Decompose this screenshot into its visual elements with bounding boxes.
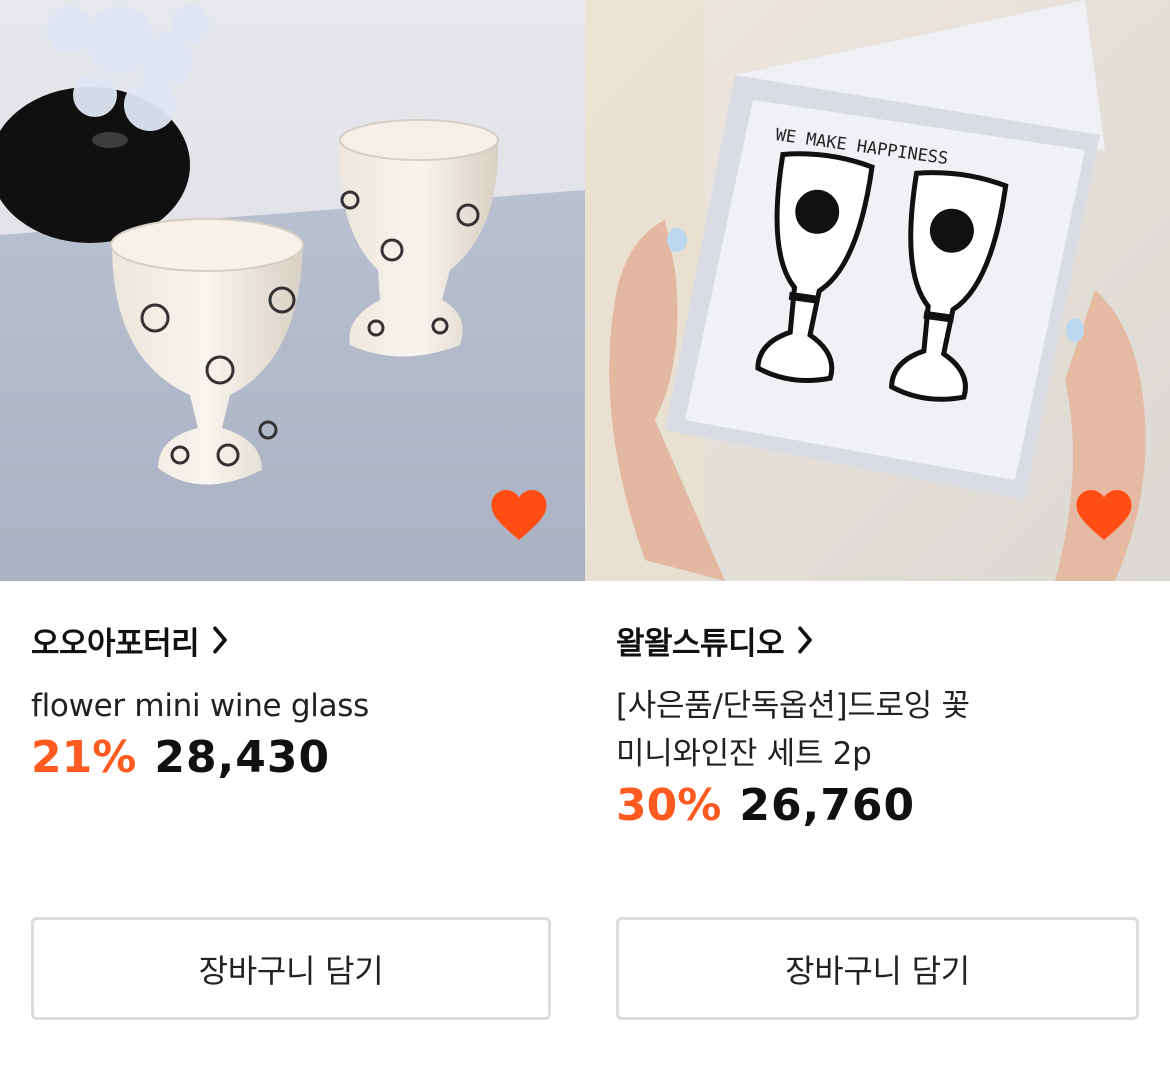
product-card: WE MAKE HAPPINESS 왈왈스튜디오 [사은품/단독옵션]드로잉 꽃… <box>585 0 1170 1075</box>
discount-rate: 30% <box>616 780 722 831</box>
product-name[interactable]: [사은품/단독옵션]드로잉 꽃 미니와인잔 세트 2p <box>616 682 1146 778</box>
product-name[interactable]: flower mini wine glass <box>31 682 561 730</box>
chevron-right-icon <box>798 626 812 654</box>
product-grid: 오오아포터리 flower mini wine glass 21% 28,430… <box>0 0 1170 1075</box>
discount-rate: 21% <box>31 732 137 783</box>
brand-link[interactable]: 오오아포터리 <box>31 612 561 668</box>
sale-price: 26,760 <box>739 780 916 831</box>
brand-name: 오오아포터리 <box>31 625 200 662</box>
heart-icon[interactable] <box>489 487 549 543</box>
sale-price: 28,430 <box>154 732 331 783</box>
heart-icon[interactable] <box>1074 487 1134 543</box>
product-name-line: 미니와인잔 세트 2p <box>616 736 872 772</box>
product-card: 오오아포터리 flower mini wine glass 21% 28,430… <box>0 0 585 1075</box>
brand-link[interactable]: 왈왈스튜디오 <box>616 612 1146 668</box>
product-image[interactable] <box>0 0 585 581</box>
price-row: 30% 26,760 <box>616 780 1146 840</box>
product-info: 왈왈스튜디오 [사은품/단독옵션]드로잉 꽃 미니와인잔 세트 2p 30% 2… <box>616 612 1146 840</box>
price-row: 21% 28,430 <box>31 732 561 792</box>
brand-name: 왈왈스튜디오 <box>616 625 785 662</box>
chevron-right-icon <box>213 626 227 654</box>
product-info: 오오아포터리 flower mini wine glass 21% 28,430 <box>31 612 561 792</box>
add-to-cart-button[interactable]: 장바구니 담기 <box>31 917 551 1020</box>
add-to-cart-button[interactable]: 장바구니 담기 <box>616 917 1139 1020</box>
product-image[interactable]: WE MAKE HAPPINESS <box>585 0 1170 581</box>
product-name-line: [사은품/단독옵션]드로잉 꽃 <box>616 688 970 724</box>
product-name-line: flower mini wine glass <box>31 688 369 724</box>
